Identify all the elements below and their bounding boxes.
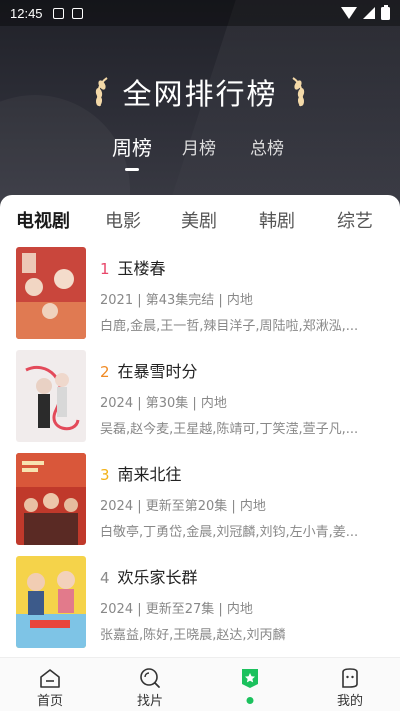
rank-number: 3: [100, 466, 110, 484]
show-meta: 2024 | 更新至第20集 | 内地: [100, 499, 266, 514]
category-tabs: 电视剧 电影 美剧 韩剧 综艺: [0, 195, 400, 243]
wifi-icon: [341, 7, 357, 19]
tab-korean-series[interactable]: 韩剧: [259, 207, 295, 233]
show-item[interactable]: 1 玉楼春 2021 | 第43集完结 | 内地 白鹿,金晨,王一哲,辣目洋子,周…: [0, 247, 400, 350]
show-poster[interactable]: [16, 247, 86, 339]
poster-image: [16, 453, 86, 545]
ranking-header: 12:45 全网排行榜 周榜 月榜 总榜: [0, 0, 400, 215]
tab-movies[interactable]: 电影: [105, 207, 141, 233]
search-film-icon: [140, 668, 160, 688]
nav-ranking[interactable]: [210, 658, 290, 711]
show-poster[interactable]: [16, 350, 86, 442]
show-cast: 吴磊,赵今麦,王星越,陈靖可,丁笑滢,萱子凡,...: [100, 422, 359, 437]
nav-find-label: 找片: [136, 694, 163, 709]
ranking-icon: [242, 669, 258, 688]
battery-icon: [381, 4, 390, 20]
notification-icon: [52, 7, 64, 19]
period-tabs: 周榜 月榜 总榜: [0, 134, 400, 174]
show-cast: 白敬亭,丁勇岱,金晨,刘冠麟,刘钧,左小青,姜...: [100, 525, 359, 540]
home-icon: [40, 669, 60, 688]
nav-find[interactable]: 找片: [110, 658, 190, 711]
nav-active-dot: [246, 697, 254, 704]
tab-us-series[interactable]: 美剧: [181, 207, 217, 233]
show-item[interactable]: 4 欢乐家长群 2024 | 更新至27集 | 内地 张嘉益,陈好,王晓晨,赵达,…: [0, 556, 400, 659]
show-title[interactable]: 欢乐家长群: [118, 568, 198, 587]
laurel-right-icon: [291, 77, 304, 107]
tab-weekly[interactable]: 周榜: [112, 132, 152, 161]
rank-number: 2: [100, 363, 110, 381]
title-block: 全网排行榜: [0, 70, 400, 114]
show-poster[interactable]: [16, 556, 86, 648]
nav-profile-label: 我的: [336, 694, 363, 709]
poster-image: [16, 247, 86, 339]
poster-image: [16, 350, 86, 442]
rank-number: 4: [100, 569, 110, 587]
show-title[interactable]: 在暴雪时分: [118, 362, 198, 381]
laurel-left-icon: [96, 77, 109, 107]
poster-image: [16, 556, 86, 648]
show-item[interactable]: 2 在暴雪时分 2024 | 第30集 | 内地 吴磊,赵今麦,王星越,陈靖可,丁…: [0, 350, 400, 453]
rank-number: 1: [100, 260, 110, 278]
show-cast: 白鹿,金晨,王一哲,辣目洋子,周陆啦,郑湫泓,...: [100, 319, 359, 334]
profile-icon: [342, 668, 358, 688]
show-title-line: 1 玉楼春: [100, 255, 166, 279]
show-title-line: 2 在暴雪时分: [100, 358, 198, 382]
ranking-sheet: 电视剧 电影 美剧 韩剧 综艺 1 玉楼春 2021 | 第43集完结 | 内地: [0, 195, 400, 665]
show-poster[interactable]: [16, 453, 86, 545]
notification-icon-2: [71, 7, 83, 19]
tab-variety[interactable]: 综艺: [337, 207, 373, 233]
show-cast: 张嘉益,陈好,王晓晨,赵达,刘丙麟: [100, 628, 286, 643]
tab-tv-series[interactable]: 电视剧: [16, 207, 70, 233]
tab-monthly[interactable]: 月榜: [182, 134, 216, 159]
show-list: 1 玉楼春 2021 | 第43集完结 | 内地 白鹿,金晨,王一哲,辣目洋子,周…: [0, 247, 400, 659]
show-meta: 2021 | 第43集完结 | 内地: [100, 293, 253, 308]
bottom-nav: 首页 找片 我的: [0, 657, 400, 711]
show-title-line: 3 南来北往: [100, 461, 182, 485]
status-bar: 12:45: [0, 0, 400, 26]
nav-profile[interactable]: 我的: [310, 658, 390, 711]
show-title-line: 4 欢乐家长群: [100, 564, 198, 588]
show-title[interactable]: 南来北往: [118, 465, 182, 484]
show-meta: 2024 | 第30集 | 内地: [100, 396, 227, 411]
signal-icon: [363, 7, 375, 19]
show-item[interactable]: 3 南来北往 2024 | 更新至第20集 | 内地 白敬亭,丁勇岱,金晨,刘冠麟…: [0, 453, 400, 556]
status-time: 12:45: [10, 5, 43, 21]
show-title[interactable]: 玉楼春: [118, 259, 166, 278]
page-title: 全网排行榜: [122, 77, 278, 111]
nav-home-label: 首页: [36, 694, 63, 709]
nav-home[interactable]: 首页: [10, 658, 90, 711]
tab-all-time[interactable]: 总榜: [250, 134, 284, 159]
show-meta: 2024 | 更新至27集 | 内地: [100, 602, 253, 617]
